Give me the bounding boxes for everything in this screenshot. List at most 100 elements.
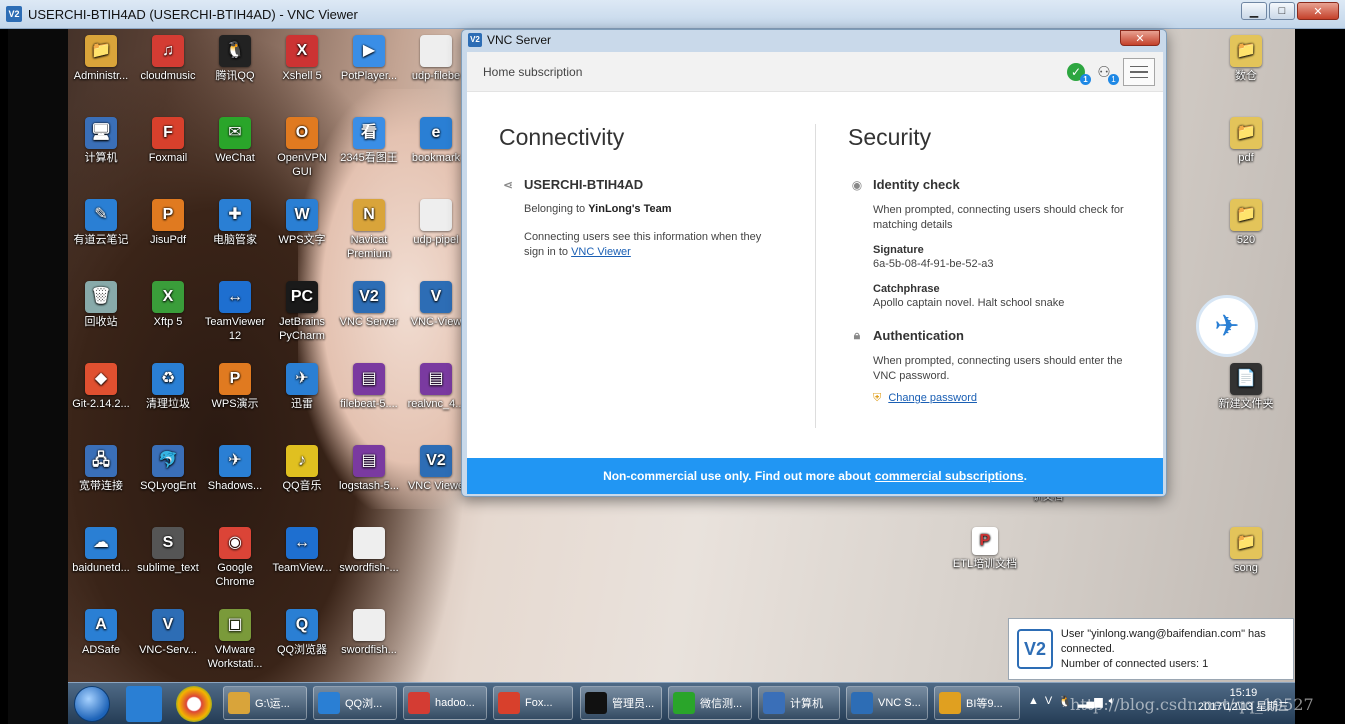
- desktop-icon[interactable]: Q QQ浏览器: [269, 609, 335, 657]
- taskbar-button[interactable]: QQ浏...: [313, 686, 397, 720]
- desktop-icon[interactable]: A ADSafe: [68, 609, 134, 657]
- desktop-icon[interactable]: N Navicat Premium: [336, 199, 402, 261]
- folder-icon: 📁: [1230, 527, 1262, 559]
- app-icon: ✈: [286, 363, 318, 395]
- app-icon: P: [219, 363, 251, 395]
- tray-chevron-icon[interactable]: ▲: [1028, 695, 1039, 708]
- desktop-icon[interactable]: 看 2345看图王: [336, 117, 402, 165]
- app-icon: ✎: [85, 199, 117, 231]
- desktop-icon[interactable]: O OpenVPN GUI: [269, 117, 335, 179]
- desktop-icon[interactable]: ✎ 有道云笔记: [68, 199, 134, 247]
- desktop-icon[interactable]: V2 VNC Viewe: [403, 445, 469, 493]
- desktop-icon[interactable]: 📁 pdf: [1213, 117, 1279, 165]
- desktop-icon[interactable]: Ssublime_text: [135, 527, 201, 575]
- desktop-icon[interactable]: ▤ realvnc_4...: [403, 363, 469, 411]
- vnc-viewer-link[interactable]: VNC Viewer: [571, 246, 631, 258]
- desktop-icon[interactable]: X Xshell 5: [269, 35, 335, 83]
- desktop-icon[interactable]: ✈ Shadows...: [202, 445, 268, 493]
- taskbar-button-label: Fox...: [525, 697, 553, 709]
- desktop-icon[interactable]: ▤ filebeat-5....: [336, 363, 402, 411]
- desktop-icon-label: Administr...: [73, 70, 129, 82]
- taskbar-button[interactable]: G:\运...: [223, 686, 307, 720]
- desktop-icon[interactable]: 🖧 宽带连接: [68, 445, 134, 493]
- desktop-icon[interactable]: W WPS文字: [269, 199, 335, 247]
- desktop-icon[interactable]: V2 VNC Server: [336, 281, 402, 329]
- desktop-icon[interactable]: ♫ cloudmusic: [135, 35, 201, 83]
- desktop-icon[interactable]: ↔ TeamViewer 12: [202, 281, 268, 343]
- status-check-icon[interactable]: ✓ 1: [1067, 63, 1091, 85]
- desktop-icon[interactable]: V VNC-Serv...: [135, 609, 201, 657]
- desktop-icon[interactable]: swordfish-...: [336, 527, 402, 575]
- ppt-file-icon: P: [972, 527, 998, 555]
- taskbar-button[interactable]: 微信测...: [668, 686, 752, 720]
- taskbar-button[interactable]: BI等9...: [934, 686, 1020, 720]
- desktop-icon-label: 520: [1236, 234, 1256, 246]
- catchphrase-value: Apollo captain novel. Halt school snake: [873, 297, 1065, 309]
- desktop-icon-label: TeamViewer 12: [204, 316, 266, 342]
- app-icon: [353, 527, 385, 559]
- desktop-icon[interactable]: F Foxmail: [135, 117, 201, 165]
- desktop-icon[interactable]: 📁 song: [1213, 527, 1279, 575]
- desktop-icon-etl[interactable]: P ETL培训文档: [945, 527, 1025, 571]
- desktop-icon[interactable]: ◉ Google Chrome: [202, 527, 268, 589]
- taskbar-button[interactable]: hadoo...: [403, 686, 487, 720]
- change-password-link[interactable]: Change password: [888, 392, 977, 404]
- desktop-icon[interactable]: ✚ 电脑管家: [202, 199, 268, 247]
- desktop-icon[interactable]: PC JetBrains PyCharm: [269, 281, 335, 343]
- maximize-button[interactable]: □: [1269, 2, 1295, 20]
- desktop-icon-label: WeChat: [215, 152, 255, 164]
- desktop-icon[interactable]: ▣ VMware Workstati...: [202, 609, 268, 671]
- connected-users-icon[interactable]: ⚇ 1: [1095, 63, 1119, 85]
- taskbar-button[interactable]: VNC S...: [846, 686, 928, 720]
- desktop-icon[interactable]: ▶ PotPlayer...: [336, 35, 402, 83]
- desktop-icon[interactable]: ♪ QQ音乐: [269, 445, 335, 493]
- desktop-icon[interactable]: ✈ 迅雷: [269, 363, 335, 411]
- desktop-icon[interactable]: ♻ 清理垃圾: [135, 363, 201, 411]
- desktop-icon[interactable]: P JisuPdf: [135, 199, 201, 247]
- desktop-icon[interactable]: ↔ TeamView...: [269, 527, 335, 575]
- desktop-icon[interactable]: 📁 520: [1213, 199, 1279, 247]
- app-icon: ☁: [85, 527, 117, 559]
- desktop-icon[interactable]: 🐬 SQLyogEnt: [135, 445, 201, 493]
- desktop-icon[interactable]: 🖥 计算机: [68, 117, 134, 165]
- security-heading: Security: [848, 124, 932, 150]
- taskbar-button-label: VNC S...: [878, 697, 921, 709]
- desktop-icon[interactable]: udp-filebe: [403, 35, 469, 83]
- hamburger-menu-icon[interactable]: [1123, 58, 1155, 86]
- taskbar-button[interactable]: Fox...: [493, 686, 573, 720]
- tray-vnc-icon[interactable]: V: [1045, 695, 1052, 708]
- change-password-row: ⛨ Change password: [873, 391, 1138, 406]
- pinned-notes-icon[interactable]: [126, 686, 162, 722]
- belonging-prefix: Belonging to: [524, 203, 586, 215]
- signature-value: 6a-5b-08-4f-91-be-52-a3: [873, 258, 994, 270]
- desktop-icon[interactable]: ☁ baidunetd...: [68, 527, 134, 575]
- pinned-chrome-icon[interactable]: [176, 686, 212, 722]
- desktop-icon[interactable]: X Xftp 5: [135, 281, 201, 329]
- start-button[interactable]: [74, 686, 110, 722]
- close-button[interactable]: ✕: [1297, 2, 1339, 20]
- desktop-icon[interactable]: ▤ logstash-5...: [336, 445, 402, 493]
- desktop-icon[interactable]: 📄 新建文件夹: [1213, 363, 1279, 411]
- desktop-icon[interactable]: 🐧 腾讯QQ: [202, 35, 268, 83]
- desktop-icon[interactable]: V VNC-View: [403, 281, 469, 329]
- desktop-icon[interactable]: swordfish...: [336, 609, 402, 657]
- floating-bird-icon[interactable]: ✈: [1196, 295, 1258, 357]
- taskbar-button[interactable]: 管理员...: [580, 686, 662, 720]
- connection-notification[interactable]: V2 User "yinlong.wang@baifendian.com" ha…: [1008, 618, 1294, 680]
- vnc-close-button[interactable]: ✕: [1120, 30, 1160, 46]
- desktop-icon[interactable]: P WPS演示: [202, 363, 268, 411]
- connectivity-info-text: Connecting users see this information wh…: [524, 231, 762, 258]
- commercial-subscriptions-link[interactable]: commercial subscriptions: [875, 469, 1024, 483]
- desktop-icon[interactable]: e bookmark: [403, 117, 469, 165]
- minimize-button[interactable]: ▁: [1241, 2, 1267, 20]
- desktop-icon[interactable]: ◆ Git-2.14.2...: [68, 363, 134, 411]
- desktop-icon[interactable]: 🗑 回收站: [68, 281, 134, 329]
- desktop-icon[interactable]: 📁 Administr...: [68, 35, 134, 83]
- desktop-icon[interactable]: udp-pipel: [403, 199, 469, 247]
- taskbar-button-label: hadoo...: [435, 697, 475, 709]
- taskbar-button-label: 管理员...: [612, 698, 655, 710]
- desktop-icon[interactable]: 📁 数仓: [1213, 35, 1279, 83]
- desktop-icon[interactable]: ✉ WeChat: [202, 117, 268, 165]
- lock-icon: 🔒︎: [853, 328, 861, 342]
- taskbar-button[interactable]: 计算机: [758, 686, 840, 720]
